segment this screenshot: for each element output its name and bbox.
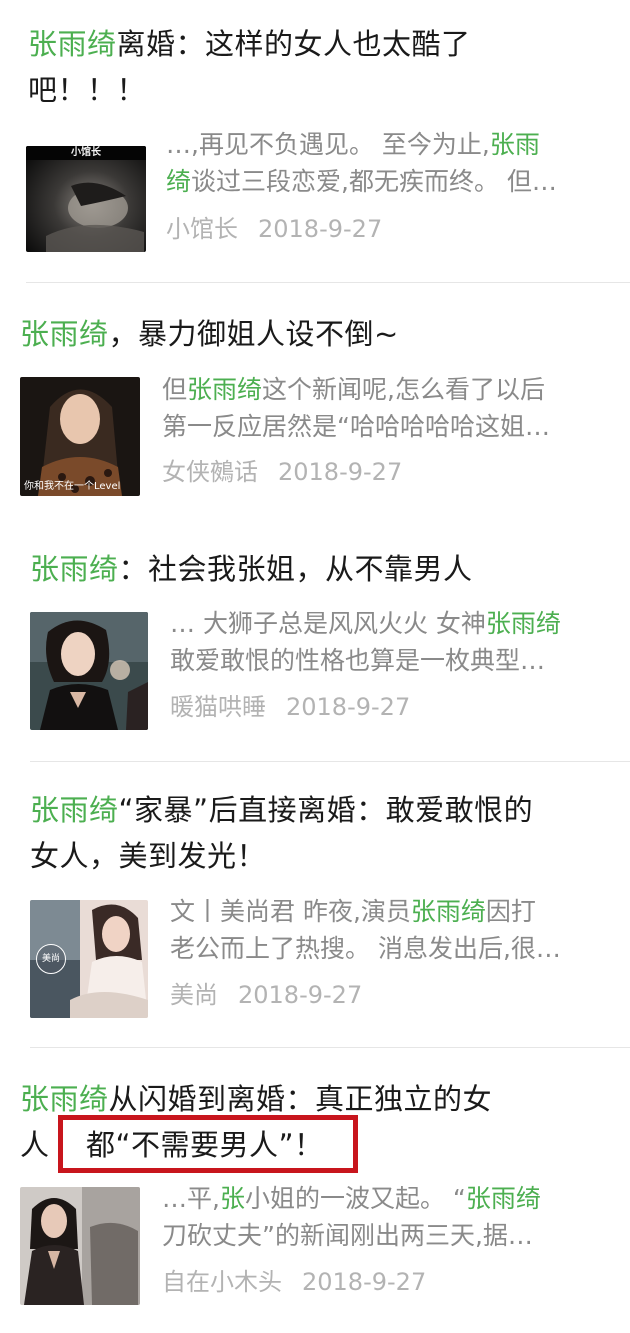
result-thumbnail[interactable] [20,1187,140,1305]
title-text: 人 [20,1128,50,1162]
title-text: ：社会我张姐，从不靠男人 [118,552,473,586]
snippet-text: 老公而上了热搜。 消息发出后,很… [170,934,561,963]
result-title[interactable]: 张雨绮离婚：这样的女人也太酷了 [28,22,471,66]
title-highlight: 张雨绮 [28,27,117,61]
result-source[interactable]: 自在小木头 [162,1268,282,1296]
badge-label: 美尚 [41,954,60,964]
result-thumbnail[interactable]: 你和我不在一个Level [20,377,140,496]
title-text: 离婚：这样的女人也太酷了 [116,27,471,61]
result-meta: 自在小木头 2018-9-27 [162,1265,426,1299]
result-meta: 美尚 2018-9-27 [170,978,362,1012]
snippet-highlight: 张雨绮 [410,897,486,926]
snippet-highlight: 绮 [166,167,192,196]
search-results-list: 张雨绮离婚：这样的女人也太酷了 吧！！！ 小馆长 …,再见不负遇见。 至今为止,… [0,0,630,1333]
snippet-text: 第一反应居然是“哈哈哈哈哈这姐… [162,412,550,441]
snippet-text: 谈过三段恋爱,都无疾而终。 但… [191,167,557,196]
result-title-line2[interactable]: 女人，美到发光！ [30,834,266,878]
title-text: “家暴”后直接离婚：敢爱敢恨的 [118,793,534,827]
title-highlight: 张雨绮 [30,552,119,586]
result-title[interactable]: 张雨绮：社会我张姐，从不靠男人 [30,547,473,591]
result-thumbnail[interactable]: 小馆长 [26,146,146,252]
snippet-highlight: 张雨绮 [187,375,263,404]
snippet-text: … 大狮子总是风风火火 女神 [170,609,486,638]
result-source[interactable]: 美尚 [170,981,218,1009]
snippet-text: 但 [162,375,188,404]
result-item[interactable]: 张雨绮离婚：这样的女人也太酷了 吧！！！ 小馆长 …,再见不负遇见。 至今为止,… [0,0,630,283]
snippet-highlight: 张 [219,1184,245,1213]
snippet-text: 刀砍丈夫”的新闻刚出两三天,据… [162,1221,533,1250]
thumbnail-caption: 你和我不在一个Level [24,481,121,492]
result-snippet-line2: 第一反应居然是“哈哈哈哈哈这姐… [162,408,550,445]
snippet-text: 这个新闻呢,怎么看了以后 [262,375,545,404]
boxed-title-text: 都“不需要男人”！ [86,1123,324,1167]
result-item[interactable]: 张雨绮从闪婚到离婚：真正独立的女 人 都“不需要男人”！ …平,张小姐的一波又起… [0,1047,630,1333]
snippet-highlight: 张雨绮 [465,1184,541,1213]
result-date: 2018-9-27 [302,1268,427,1296]
result-snippet: … 大狮子总是风风火火 女神张雨绮 [170,605,561,642]
result-snippet-line2: 老公而上了热搜。 消息发出后,很… [170,930,561,967]
result-title-line2[interactable]: 吧！！！ [28,68,146,112]
title-text: 女人，美到发光！ [30,839,267,873]
thumbnail-caption: 小馆长 [71,147,101,158]
result-title-line2[interactable]: 人 [20,1123,50,1167]
snippet-text: 敢爱敢恨的性格也算是一枚典型… [170,646,546,675]
result-item[interactable]: 张雨绮，暴力御姐人设不倒~ 你和我不在一个Level 但张雨绮这个新闻呢,怎么看… [0,283,630,521]
result-item[interactable]: 张雨绮“家暴”后直接离婚：敢爱敢恨的 女人，美到发光！ 美尚 文丨美尚君 昨夜,… [0,762,630,1048]
snippet-text: 因打 [485,897,536,926]
result-date: 2018-9-27 [278,458,403,486]
result-date: 2018-9-27 [238,981,363,1009]
result-snippet: 文丨美尚君 昨夜,演员张雨绮因打 [170,893,536,930]
title-highlight: 张雨绮 [20,1082,109,1116]
result-meta: 女侠鵺话 2018-9-27 [162,455,402,489]
result-title[interactable]: 张雨绮“家暴”后直接离婚：敢爱敢恨的 [30,788,533,832]
title-text: ，暴力御姐人设不倒~ [108,317,399,351]
snippet-highlight: 张雨绮 [485,609,561,638]
snippet-highlight: 张雨 [489,130,540,159]
result-source[interactable]: 女侠鵺话 [162,458,258,486]
snippet-text: 小姐的一波又起。 “ [244,1184,466,1213]
title-text: 从闪婚到离婚：真正独立的女 [108,1082,493,1116]
result-snippet: …,再见不负遇见。 至今为止,张雨 [166,126,540,163]
result-snippet-line2: 敢爱敢恨的性格也算是一枚典型… [170,642,545,679]
result-meta: 暖猫哄睡 2018-9-27 [170,690,410,724]
result-snippet-line2: 绮谈过三段恋爱,都无疾而终。 但… [166,163,557,200]
result-meta: 小馆长 2018-9-27 [166,212,382,246]
result-source[interactable]: 小馆长 [166,215,238,243]
title-highlight: 张雨绮 [30,793,119,827]
result-snippet-line2: 刀砍丈夫”的新闻刚出两三天,据… [162,1217,533,1254]
result-date: 2018-9-27 [286,693,411,721]
snippet-text: …平, [162,1184,220,1213]
title-text: 都“不需要男人”！ [86,1128,324,1162]
result-snippet: …平,张小姐的一波又起。 “张雨绮 [162,1180,541,1217]
snippet-text: …,再见不负遇见。 至今为止, [166,130,490,159]
brand-badge: 美尚 [36,944,66,974]
result-thumbnail[interactable]: 美尚 [30,900,148,1018]
snippet-text: 文丨美尚君 昨夜,演员 [170,897,411,926]
result-snippet: 但张雨绮这个新闻呢,怎么看了以后 [162,371,545,408]
title-highlight: 张雨绮 [20,317,109,351]
result-item[interactable]: 张雨绮：社会我张姐，从不靠男人 … 大狮子总是风风火火 女神张雨绮 敢爱敢恨的性… [0,521,630,762]
result-title[interactable]: 张雨绮，暴力御姐人设不倒~ [20,312,399,356]
result-source[interactable]: 暖猫哄睡 [170,693,266,721]
result-date: 2018-9-27 [258,215,383,243]
title-text: 吧！！！ [28,73,147,107]
result-thumbnail[interactable] [30,612,148,730]
